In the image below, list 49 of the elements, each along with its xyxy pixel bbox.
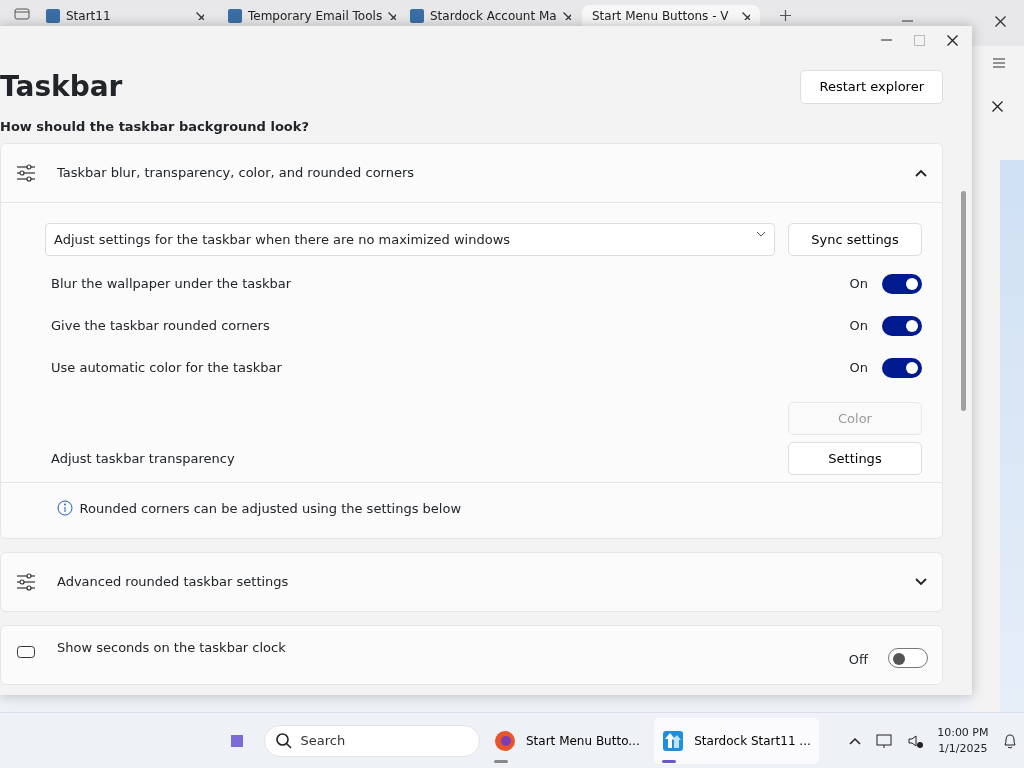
monitor-icon[interactable]	[875, 731, 894, 750]
sync-button[interactable]: Sync settings	[788, 222, 922, 256]
section-title: Advanced rounded taskbar settings	[57, 573, 290, 592]
browser-icon	[494, 729, 516, 752]
search-box[interactable]: Search	[263, 724, 480, 757]
sliders-icon	[15, 162, 37, 183]
setting-label: Use automatic color for the taskbar	[51, 358, 283, 377]
start-icon[interactable]	[230, 733, 244, 748]
browser-tab[interactable]: Stardock Account Ma	[400, 5, 578, 26]
setting-label: Give the taskbar rounded corners	[51, 316, 271, 335]
menu-icon[interactable]	[993, 58, 1005, 68]
search-icon	[274, 731, 293, 750]
clock-time[interactable]: 10:00 PM	[937, 725, 989, 741]
taskbar-app[interactable]: Stardock Start11 ...	[654, 717, 819, 764]
taskbar-app[interactable]: Start Menu Butto...	[486, 717, 648, 764]
setting-label: Blur the wallpaper under the taskbar	[51, 274, 293, 293]
browser-tab[interactable]: Temporary Email Tools	[218, 5, 396, 26]
checkbox-icon	[17, 646, 35, 658]
app-icon	[662, 729, 685, 752]
clock-date[interactable]: 1/1/2025	[937, 740, 989, 756]
chevron-down-icon	[756, 229, 766, 238]
chevron-up-icon[interactable]	[914, 167, 928, 178]
chevron-down-icon[interactable]	[914, 577, 928, 587]
sliders-icon	[15, 572, 37, 592]
info-icon	[57, 500, 73, 517]
setting-label: Show seconds on the taskbar clock	[57, 639, 287, 657]
toggle-state: On	[849, 316, 868, 335]
page-title: Taskbar	[0, 72, 123, 101]
toggle-switch[interactable]	[882, 273, 922, 294]
settings-dropdown[interactable]: Adjust settings for the taskbar when there are no maximized windows	[45, 222, 775, 256]
toggle-switch[interactable]	[882, 357, 922, 378]
scrollbar[interactable]	[961, 191, 966, 411]
toggle-state: Off	[848, 651, 868, 669]
plus-icon[interactable]	[780, 10, 791, 21]
toggle-state: On	[849, 358, 868, 377]
toggle-switch[interactable]	[888, 648, 928, 668]
toggle-switch[interactable]	[882, 315, 922, 336]
section-question: How should the taskbar background look?	[0, 117, 310, 136]
browser-tab[interactable]: Start Menu Buttons - V	[582, 5, 760, 26]
setting-label: Adjust taskbar transparency	[51, 449, 236, 468]
chevron-up-icon[interactable]	[848, 735, 863, 746]
restart-button[interactable]: Restart explorer	[800, 70, 943, 104]
section-title: Taskbar blur, transparency, color, and rounded corners	[57, 163, 416, 182]
toggle-state: On	[849, 274, 868, 293]
browser-tab[interactable]: Start11	[36, 5, 214, 26]
tab-actions-icon[interactable]	[12, 5, 32, 21]
bell-icon[interactable]	[1001, 731, 1018, 750]
info-text: Rounded corners can be adjusted using the settings below	[79, 499, 462, 518]
settings-button[interactable]: Settings	[788, 441, 922, 475]
